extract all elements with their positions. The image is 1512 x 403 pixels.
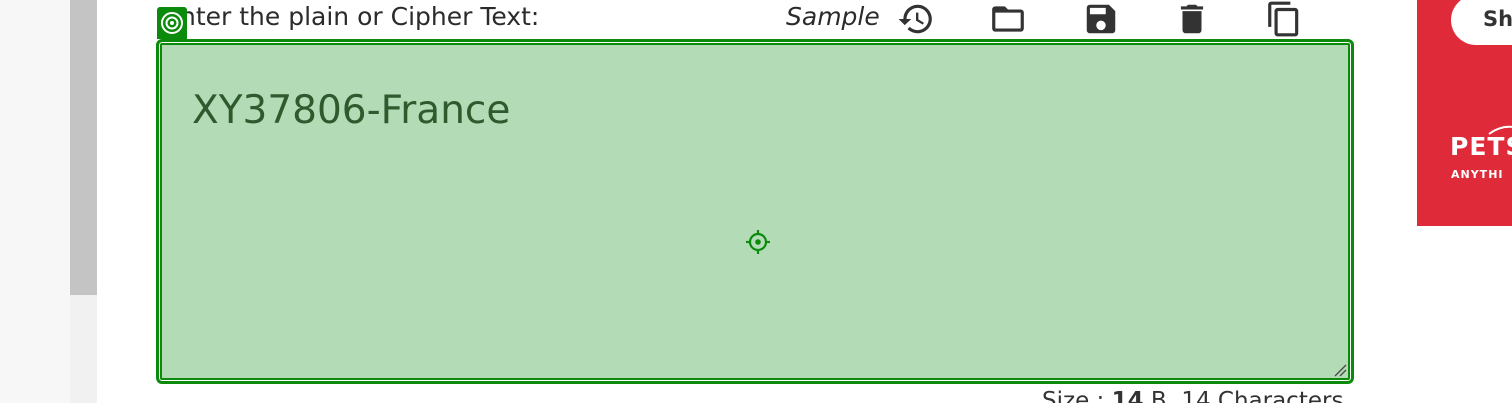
target-icon bbox=[161, 12, 183, 34]
history-icon[interactable] bbox=[896, 0, 936, 38]
left-gutter bbox=[0, 0, 70, 403]
crosshair-icon bbox=[746, 230, 770, 254]
cipher-text-value: XY37806-France bbox=[192, 88, 511, 133]
field-label: nter the plain or Cipher Text: bbox=[180, 2, 540, 31]
trash-icon[interactable] bbox=[1172, 0, 1212, 38]
size-info: Size : 14 B, 14 Characters bbox=[1042, 388, 1343, 403]
ad-button-label: Sh bbox=[1483, 7, 1512, 31]
ad-panel[interactable]: Sh PETS ANYTHI bbox=[1417, 0, 1512, 226]
ad-brand: PETS bbox=[1450, 132, 1512, 161]
copy-icon[interactable] bbox=[1264, 0, 1304, 38]
ad-tagline: ANYTHI bbox=[1451, 168, 1504, 181]
ad-button[interactable]: Sh bbox=[1451, 0, 1512, 45]
page: nter the plain or Cipher Text: Sample XY… bbox=[0, 0, 1512, 403]
resize-handle-icon[interactable] bbox=[1333, 363, 1347, 377]
size-bytes-unit: B, bbox=[1143, 388, 1182, 403]
cipher-text-input[interactable]: XY37806-France bbox=[156, 39, 1354, 384]
save-icon[interactable] bbox=[1081, 0, 1121, 38]
size-bytes: 14 bbox=[1111, 388, 1144, 403]
folder-icon[interactable] bbox=[988, 0, 1028, 38]
target-marker bbox=[157, 7, 187, 39]
sample-link[interactable]: Sample bbox=[786, 2, 880, 31]
size-characters: 14 Characters bbox=[1181, 388, 1344, 403]
size-prefix: Size : bbox=[1042, 388, 1112, 403]
scrollbar-thumb[interactable] bbox=[70, 0, 97, 295]
